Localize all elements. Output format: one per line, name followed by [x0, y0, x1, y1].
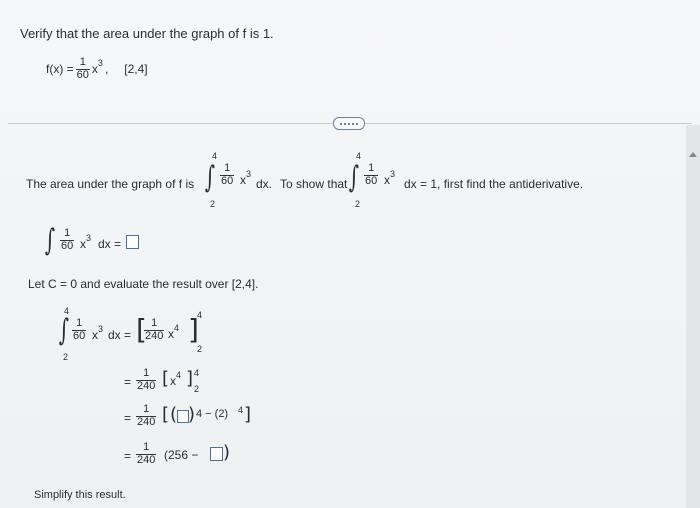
integral-sign: ∫ — [44, 223, 55, 258]
integral-sign: ∫ — [204, 160, 215, 195]
line4-left: (256 − — [164, 448, 199, 462]
integrand-fraction: 1 60 — [364, 162, 379, 187]
integrand-variable: x3 — [80, 233, 92, 251]
line4-answer-box[interactable] — [210, 447, 223, 461]
function-variable: x3 — [91, 58, 103, 77]
integrand-fraction: 1 60 — [220, 162, 235, 187]
area-text: The area under the graph of f is — [26, 177, 195, 191]
fraction-240: 1 240 — [136, 367, 157, 392]
problem-page: Verify that the area under the graph of … — [0, 0, 700, 508]
antiderivative-fraction: 1 240 — [144, 317, 165, 342]
coefficient-fraction: 1 60 — [75, 56, 90, 81]
line3-rest: 4 − (2) — [196, 408, 229, 420]
antiderivative-dx: dx = — [98, 237, 122, 251]
integrand-variable: x3 — [92, 324, 104, 342]
evaluation-line-2: = 1 240 [ x4 ] 4 2 — [124, 367, 200, 394]
right-bracket: ] — [188, 313, 199, 346]
evaluation-line-4: = 1 240 (256 − ) — [124, 441, 231, 466]
let-c-text: Let C = 0 and evaluate the result over [… — [28, 277, 259, 291]
scroll-up-icon[interactable] — [688, 150, 698, 160]
evaluation-line-1: 4 ∫ 2 1 60 x3 dx = [ 1 240 x4 ] 4 2 — [58, 306, 203, 362]
interval: [2,4] — [124, 62, 148, 77]
integrand-fraction: 1 60 — [60, 227, 75, 252]
antiderivative-variable: x4 — [168, 323, 180, 341]
integrand-variable: x3 — [384, 169, 396, 187]
antiderivative-answer-box[interactable] — [126, 235, 139, 249]
evaluation-line-3: = 1 240 [ ( ) 4 − (2) 4 ] — [124, 403, 252, 428]
fraction-240: 1 240 — [136, 441, 157, 466]
fraction-240: 1 240 — [136, 403, 157, 428]
function-lhs: f(x) = — [46, 62, 74, 77]
eval-dx: dx = — [108, 328, 132, 342]
integrand-fraction: 1 60 — [72, 317, 87, 342]
integrand-variable: x3 — [240, 169, 252, 187]
definite-integral-2: 4 ∫ 2 1 60 x3 — [348, 151, 396, 209]
integral-sign: ∫ — [348, 160, 359, 195]
indefinite-integral: ∫ 1 60 x3 dx = — [40, 226, 180, 262]
x4-term: x4 — [170, 370, 182, 388]
function-definition: f(x) = 1 60 x3 , [2,4] — [46, 56, 148, 81]
integral-sign: ∫ — [58, 313, 69, 348]
dx-label-1: dx. — [256, 177, 273, 191]
equals-one-text: dx = 1, first find the antiderivative. — [404, 177, 584, 191]
more-options-button[interactable] — [333, 117, 365, 130]
simplify-text: Simplify this result. — [34, 489, 126, 501]
function-comma: , — [104, 62, 109, 77]
scrollbar[interactable] — [686, 125, 700, 508]
to-show-text: To show that — [280, 177, 348, 191]
question-instruction: Verify that the area under the graph of … — [20, 26, 274, 41]
